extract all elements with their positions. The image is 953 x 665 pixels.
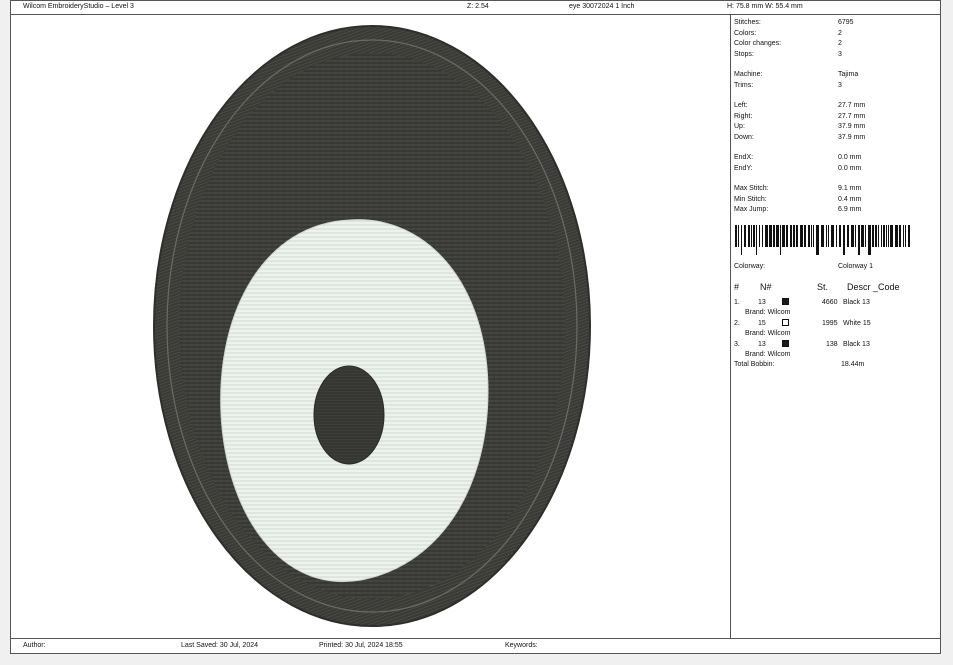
color-table-row: 1. 13 4660 Black 13 Brand: Wilcom (734, 298, 870, 316)
barcode-icon (735, 224, 910, 255)
design-size: H: 75.8 mm W: 55.4 mm (727, 3, 803, 10)
zoom-level: Z: 2.54 (467, 3, 489, 10)
stat-row: Max Jump: 6.9 mm (734, 206, 862, 213)
color-swatch (782, 298, 789, 305)
stat-row: Stitches: 6795 (734, 19, 854, 26)
stat-row: Right: 27.7 mm (734, 112, 866, 120)
pupil (313, 365, 385, 465)
stat-row: Down: 37.9 mm (734, 133, 866, 141)
footer-bar: Author: Last Saved: 30 Jul, 2024 Printed… (11, 638, 940, 653)
stat-row: Min Stitch: 0.4 mm (734, 195, 862, 203)
author-label: Author: (23, 642, 46, 649)
panel-divider (730, 14, 731, 639)
printed-date: Printed: 30 Jul, 2024 18:55 (319, 642, 403, 649)
stat-row: EndY: 0.0 mm (734, 164, 862, 172)
barcode-block (734, 217, 934, 263)
stat-row: EndX: 0.0 mm (734, 154, 862, 161)
print-preview-sheet: Wilcom EmbroideryStudio – Level 3 Z: 2.5… (10, 0, 941, 654)
embroidery-design-canvas (11, 14, 730, 639)
keywords-label: Keywords: (505, 642, 538, 649)
header-bar: Wilcom EmbroideryStudio – Level 3 Z: 2.5… (11, 1, 940, 15)
app-title: Wilcom EmbroideryStudio – Level 3 (23, 3, 134, 10)
stat-row: Stops: 3 (734, 50, 842, 58)
color-swatch (782, 319, 789, 326)
stat-row: Up: 37.9 mm (734, 123, 866, 130)
stat-row: Max Stitch: 9.1 mm (734, 185, 862, 192)
last-saved: Last Saved: 30 Jul, 2024 (181, 642, 259, 649)
stat-row: Color changes: 2 (734, 40, 842, 47)
color-swatch (782, 340, 789, 347)
total-bobbin-row: Total Bobbin: 18.44m (734, 361, 865, 368)
eye-embroidery-image (153, 25, 591, 627)
statistics-panel: Stitches: 6795 Colors: 2 Color changes: 2 S… (734, 19, 934, 372)
color-table-row: 2. 15 1995 White 15 Brand: Wilcom (734, 319, 871, 337)
colorway-row: Colorway: Colorway 1 (734, 262, 874, 270)
color-table-row: 3. 13 138 Black 13 Brand: Wilcom (734, 340, 870, 358)
stat-row: Machine: Tajima (734, 71, 859, 78)
stat-row: Trims: 3 (734, 81, 842, 89)
design-name: eye 30072024 1 Inch (569, 3, 635, 10)
stat-row: Left: 27.7 mm (734, 102, 866, 109)
color-table-header: # N# St. Descr _Code (734, 282, 900, 292)
stat-row: Colors: 2 (734, 29, 842, 37)
